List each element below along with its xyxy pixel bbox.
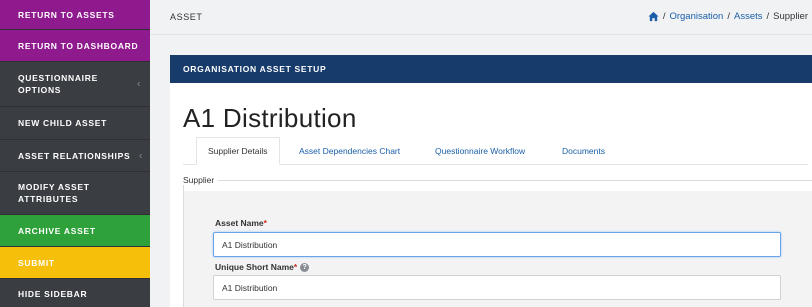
return-to-dashboard-button[interactable]: RETURN TO DASHBOARD (0, 30, 150, 62)
sidebar-item-label: RETURN TO DASHBOARD (18, 40, 139, 51)
form-area: Asset Name* A1 Distribution Unique Short… (184, 191, 812, 307)
sidebar-item-label: NEW CHILD ASSET (18, 118, 108, 128)
asset-name-label: Asset Name* (215, 218, 267, 228)
breadcrumb: / Organisation / Assets / Supplier (648, 11, 808, 22)
tab-questionnaire-workflow[interactable]: Questionnaire Workflow (435, 137, 525, 165)
short-name-label: Unique Short Name*? (215, 262, 310, 272)
hide-sidebar-button[interactable]: HIDE SIDEBAR (0, 279, 150, 307)
sidebar-item-label: ASSET RELATIONSHIPS (18, 150, 131, 161)
sidebar-item-label: HIDE SIDEBAR (18, 288, 88, 299)
submit-button[interactable]: SUBMIT (0, 247, 150, 279)
tab-supplier-details[interactable]: Supplier Details (196, 137, 280, 165)
asset-setup-panel: ORGANISATION ASSET SETUP A1 Distribution… (170, 55, 812, 307)
sidebar-item-label: SUBMIT (18, 257, 55, 268)
chevron-left-icon: ‹ (136, 78, 141, 90)
tab-documents[interactable]: Documents (562, 137, 605, 165)
asset-name-label-text: Asset Name (215, 218, 264, 228)
chevron-left-icon: ‹ (138, 150, 143, 161)
modify-asset-attributes-button[interactable]: MODIFY ASSET ATTRIBUTES (0, 172, 150, 215)
short-name-label-text: Unique Short Name (215, 262, 294, 272)
required-marker: * (263, 218, 267, 228)
fieldset-legend: Supplier (183, 175, 219, 185)
archive-asset-button[interactable]: ARCHIVE ASSET (0, 215, 150, 247)
question-icon[interactable]: ? (300, 263, 310, 272)
required-marker: * (293, 262, 298, 272)
breadcrumb-assets-link[interactable]: Assets (734, 11, 763, 22)
sidebar: RETURN TO ASSETS RETURN TO DASHBOARD QUE… (0, 0, 150, 307)
breadcrumb-separator: / (727, 11, 730, 22)
sidebar-item-label: RETURN TO ASSETS (18, 9, 115, 20)
return-to-assets-button[interactable]: RETURN TO ASSETS (0, 0, 150, 30)
sidebar-item-label: ARCHIVE ASSET (18, 225, 96, 236)
supplier-fieldset: Supplier Asset Name* A1 Distribution Uni… (183, 175, 812, 307)
top-bar: ASSET / Organisation / Assets / Supplier (150, 0, 812, 35)
panel-heading: ORGANISATION ASSET SETUP (170, 55, 812, 83)
breadcrumb-current: Supplier (773, 11, 808, 22)
new-child-asset-button[interactable]: NEW CHILD ASSET (0, 107, 150, 140)
tab-asset-dependencies-chart[interactable]: Asset Dependencies Chart (299, 137, 400, 165)
page-title: ASSET (170, 12, 203, 22)
asset-name-input[interactable]: A1 Distribution (213, 232, 781, 257)
sidebar-item-label: QUESTIONNAIRE OPTIONS (18, 73, 98, 95)
sidebar-item-label: MODIFY ASSET ATTRIBUTES (18, 182, 90, 204)
tab-bar: Supplier Details Asset Dependencies Char… (183, 137, 808, 165)
breadcrumb-separator: / (662, 11, 666, 22)
questionnaire-options-menu[interactable]: QUESTIONNAIRE OPTIONS ‹ (0, 62, 150, 107)
breadcrumb-organisation-link[interactable]: Organisation (669, 11, 723, 22)
asset-title: A1 Distribution (183, 103, 357, 133)
home-icon[interactable] (648, 11, 659, 22)
asset-relationships-menu[interactable]: ASSET RELATIONSHIPS ‹ (0, 140, 150, 172)
breadcrumb-separator: / (766, 11, 770, 22)
short-name-input[interactable]: A1 Distribution (213, 275, 781, 300)
